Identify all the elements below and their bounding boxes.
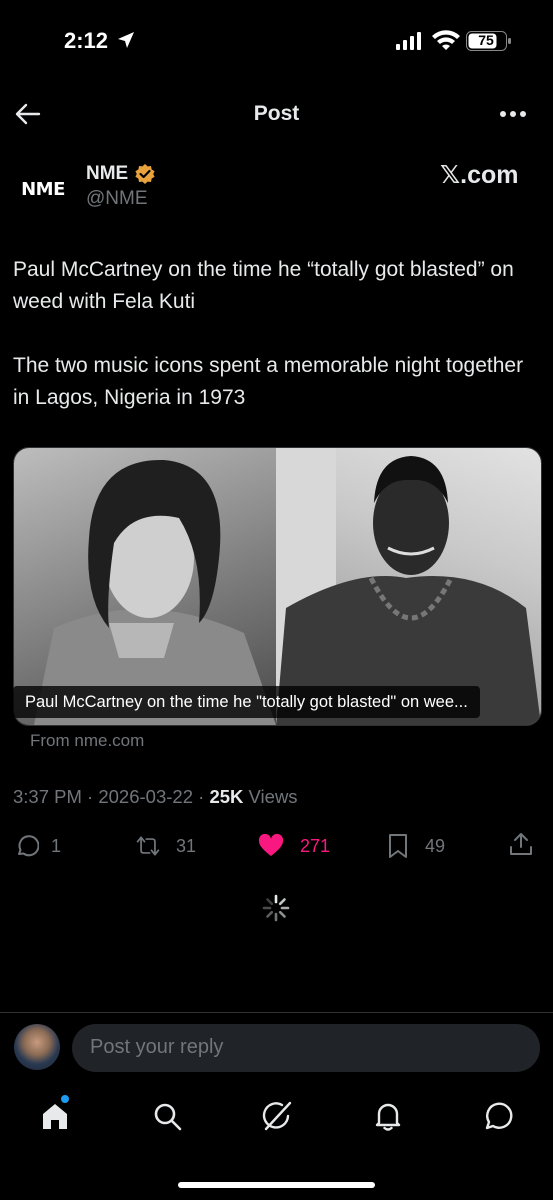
grok-icon[interactable] — [261, 1100, 293, 1132]
author-handle[interactable]: @NME — [86, 188, 148, 210]
home-indicator — [178, 1182, 375, 1188]
repost-icon[interactable] — [135, 833, 161, 859]
reply-count: 1 — [51, 836, 62, 856]
like-icon[interactable] — [258, 833, 284, 859]
reply-icon[interactable] — [13, 833, 39, 859]
page-title: Post — [253, 102, 300, 125]
bookmark-icon[interactable] — [385, 833, 411, 859]
portrait-illustration — [34, 459, 276, 725]
card-caption: Paul McCartney on the time he "totally g… — [13, 686, 480, 718]
meta-separator: · — [198, 786, 205, 807]
post-time: 3:37 PM — [13, 786, 82, 807]
post-paragraph: The two music icons spent a memorable ni… — [13, 354, 524, 409]
signal-icon — [396, 32, 421, 50]
divider — [0, 1012, 553, 1013]
portrait-illustration — [276, 448, 541, 725]
share-icon[interactable] — [508, 831, 534, 857]
location-arrow-icon — [118, 32, 134, 48]
loading-spinner-icon — [262, 894, 290, 922]
status-time: 2:12 — [64, 28, 109, 53]
views-label: Views — [248, 786, 298, 807]
card-image-right — [276, 448, 541, 725]
source-logo: 𝕏.com — [440, 161, 519, 189]
like-count: 271 — [300, 836, 331, 856]
reply-placeholder: Post your reply — [90, 1036, 224, 1058]
notifications-icon[interactable] — [372, 1100, 404, 1132]
verified-badge-icon — [135, 164, 155, 184]
avatar-logo-text: NME — [21, 178, 65, 200]
link-card[interactable] — [13, 447, 542, 726]
views-count: 25K — [209, 786, 244, 807]
post-date: 2026-03-22 — [98, 786, 193, 807]
bookmark-count: 49 — [425, 836, 446, 856]
repost-count: 31 — [176, 836, 197, 856]
author-avatar[interactable]: NME — [14, 160, 72, 218]
search-icon[interactable] — [151, 1100, 183, 1132]
post-text: Paul McCartney on the time he “totally g… — [13, 254, 538, 414]
battery-level: 75 — [478, 32, 494, 48]
author-name[interactable]: NME — [86, 163, 128, 185]
post-meta: 3:37 PM · 2026-03-22 · 25K Views — [13, 786, 298, 808]
home-icon[interactable] — [39, 1100, 71, 1132]
user-avatar[interactable] — [14, 1024, 60, 1070]
post-paragraph: Paul McCartney on the time he “totally g… — [13, 258, 514, 313]
card-source[interactable]: From nme.com — [30, 731, 144, 751]
wifi-icon — [432, 30, 460, 50]
notification-dot — [61, 1095, 69, 1103]
card-image-left — [14, 448, 276, 725]
messages-icon[interactable] — [482, 1100, 514, 1132]
more-icon[interactable] — [498, 110, 528, 118]
meta-separator: · — [87, 786, 94, 807]
